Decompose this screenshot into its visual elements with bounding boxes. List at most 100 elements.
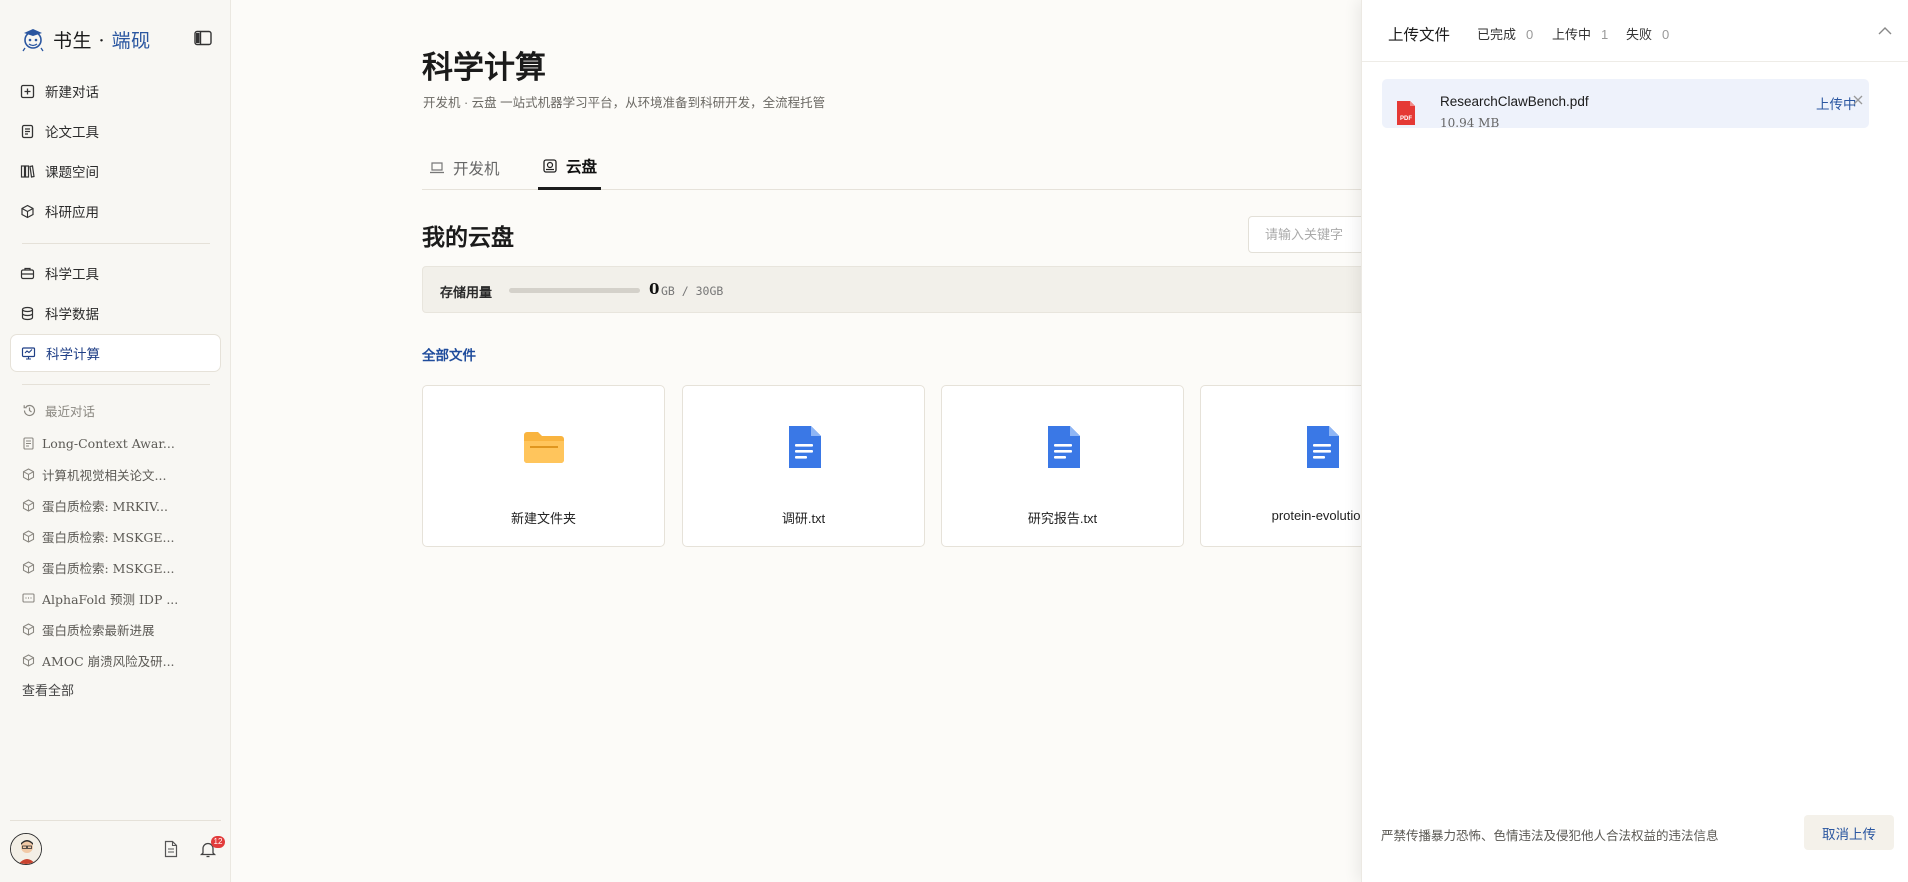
- tab-bar: 开发机 云盘: [422, 145, 1422, 190]
- laptop-icon: [430, 161, 444, 173]
- scholar-logo-icon: [22, 29, 44, 52]
- recent-chat-list: Long-Context Awar... 计算机视觉相关论文... 蛋白质检索:…: [22, 428, 192, 676]
- doc-file-icon: [1306, 426, 1339, 468]
- doc-file-icon: [1047, 426, 1080, 468]
- monitor-icon: [21, 346, 36, 360]
- upload-file-name: ResearchClawBench.pdf: [1440, 94, 1589, 109]
- nav-divider: [22, 243, 210, 244]
- nav-label: 课题空间: [45, 165, 99, 180]
- folder-icon: [523, 432, 564, 463]
- file-name: 新建文件夹: [510, 511, 576, 526]
- recent-chats-header: 最近对话: [22, 401, 95, 420]
- nav-label: 科研应用: [45, 205, 99, 220]
- recent-chat-item[interactable]: 蛋白质检索: MSKGE...: [22, 521, 192, 552]
- upload-file-item: PDF ResearchClawBench.pdf 10.94 MB 上传中: [1382, 79, 1869, 130]
- upload-stat-completed: 已完成 0: [1477, 27, 1534, 42]
- file-card-folder[interactable]: 新建文件夹: [422, 385, 665, 547]
- all-files-link[interactable]: 全部文件: [422, 344, 476, 364]
- recent-chat-label: 蛋白质检索: MRKIV...: [42, 499, 168, 514]
- document-icon: [23, 437, 34, 450]
- recent-chat-label: 蛋白质检索最新进展: [42, 623, 155, 638]
- file-name: 调研.txt: [781, 511, 826, 526]
- books-icon: [20, 164, 35, 178]
- nav-new-chat[interactable]: 新建对话: [10, 72, 221, 110]
- upload-panel-header: 上传文件 已完成 0 上传中 1 失败 0: [1362, 0, 1908, 62]
- chevron-up-icon[interactable]: [1877, 24, 1893, 38]
- plus-square-icon: [20, 84, 35, 98]
- history-icon: [23, 404, 36, 417]
- nav-research-apps[interactable]: 科研应用: [10, 192, 221, 230]
- pdf-file-icon: PDF: [1397, 101, 1415, 125]
- upload-panel: 上传文件 已完成 0 上传中 1 失败 0 PDF ResearchClawBench…: [1361, 0, 1908, 882]
- tab-label: 开发机: [453, 160, 500, 178]
- nav-science-compute[interactable]: 科学计算: [10, 334, 221, 372]
- cube-icon: [22, 530, 35, 543]
- sidebar-toggle-icon[interactable]: [194, 30, 212, 46]
- drive-title: 我的云盘: [422, 224, 514, 251]
- cube-icon: [22, 499, 35, 512]
- storage-total-value: GB / 30GB: [661, 284, 724, 298]
- cube-icon: [22, 468, 35, 481]
- page-title: 科学计算: [422, 50, 546, 86]
- recent-chat-item[interactable]: AlphaFold 预测 IDP ...: [22, 583, 192, 614]
- recent-chat-label: AlphaFold 预测 IDP ...: [42, 592, 179, 607]
- file-card[interactable]: 研究报告.txt: [941, 385, 1184, 547]
- close-icon[interactable]: [1851, 93, 1865, 107]
- recent-chat-item[interactable]: 计算机视觉相关论文...: [22, 459, 192, 490]
- nav-paper-tools[interactable]: 论文工具: [10, 112, 221, 150]
- recent-chat-label: 蛋白质检索: MSKGE...: [42, 561, 175, 576]
- recent-chat-item[interactable]: 蛋白质检索: MSKGE...: [22, 552, 192, 583]
- drive-icon: [543, 159, 557, 173]
- nav-science-data[interactable]: 科学数据: [10, 294, 221, 332]
- upload-policy-note: 严禁传播暴力恐怖、色情违法及侵犯他人合法权益的违法信息: [1381, 829, 1719, 843]
- brand[interactable]: 书生 · 端砚: [19, 22, 151, 56]
- storage-usage: 存储用量 0 GB / 30GB: [422, 266, 1422, 313]
- nav-label: 科学工具: [45, 267, 99, 282]
- tab-label: 云盘: [566, 159, 598, 176]
- tab-dev-machine[interactable]: 开发机: [425, 145, 504, 190]
- tab-cloud-drive[interactable]: 云盘: [538, 145, 602, 190]
- doc-file-icon: [788, 426, 821, 468]
- database-icon: [21, 306, 34, 320]
- nav-label: 论文工具: [45, 125, 99, 140]
- primary-nav: 新建对话 论文工具 课题空间 科研应用: [10, 72, 221, 232]
- cancel-upload-button[interactable]: 取消上传: [1804, 815, 1894, 850]
- recent-chat-label: 计算机视觉相关论文...: [42, 468, 167, 483]
- recent-chat-item[interactable]: Long-Context Awar...: [22, 428, 192, 459]
- sidebar-footer-divider: [10, 820, 221, 821]
- view-all-link[interactable]: 查看全部: [22, 680, 74, 699]
- brand-name: 书生 · 端砚: [53, 29, 151, 52]
- nav-science-tools[interactable]: 科学工具: [10, 254, 221, 292]
- recent-chat-label: AMOC 崩溃风险及研...: [42, 654, 175, 669]
- user-avatar-icon: [11, 834, 41, 864]
- storage-progress-bar: [509, 288, 640, 293]
- cube-icon: [22, 654, 35, 667]
- nav-divider: [22, 384, 210, 385]
- recent-chat-item[interactable]: 蛋白质检索最新进展: [22, 614, 192, 645]
- page-subtitle: 开发机 · 云盘 一站式机器学习平台，从环境准备到科研开发，全流程托管: [423, 96, 826, 110]
- file-card[interactable]: 调研.txt: [682, 385, 925, 547]
- chat-icon: [22, 593, 35, 603]
- recent-chat-item[interactable]: AMOC 崩溃风险及研...: [22, 645, 192, 676]
- recent-title-label: 最近对话: [45, 405, 96, 419]
- cube-icon: [22, 561, 35, 574]
- nav-label: 新建对话: [45, 85, 99, 100]
- nav-label: 科学计算: [46, 347, 100, 362]
- nav-label: 科学数据: [45, 307, 99, 322]
- cube-icon: [22, 623, 35, 636]
- document-icon[interactable]: [163, 840, 179, 858]
- sidebar: 书生 · 端砚 新建对话 论文工具 课题空间 科研应用 科学工具 科学数据 科学…: [0, 0, 231, 882]
- upload-stat-uploading: 上传中 1: [1552, 27, 1609, 42]
- recent-chat-item[interactable]: 蛋白质检索: MRKIV...: [22, 490, 192, 521]
- upload-stat-failed: 失败 0: [1626, 27, 1670, 42]
- storage-label: 存储用量: [440, 285, 493, 300]
- avatar[interactable]: [10, 833, 42, 865]
- recent-chat-label: 蛋白质检索: MSKGE...: [42, 530, 175, 545]
- file-name: 研究报告.txt: [1027, 511, 1098, 526]
- svg-text:PDF: PDF: [1400, 116, 1412, 122]
- nav-topic-space[interactable]: 课题空间: [10, 152, 221, 190]
- upload-file-size: 10.94 MB: [1440, 116, 1500, 130]
- notification-badge: 12: [211, 836, 225, 848]
- toolbox-icon: [20, 267, 35, 279]
- recent-chat-label: Long-Context Awar...: [42, 436, 175, 451]
